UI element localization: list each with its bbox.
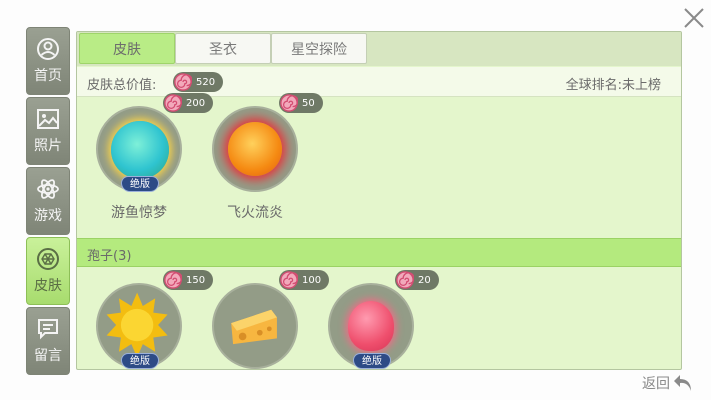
price-pill: 50 <box>279 93 323 113</box>
skin-item[interactable]: 200 绝版 游鱼惊梦 <box>77 93 214 229</box>
atom-icon <box>37 179 59 199</box>
skin-name: 游鱼惊梦 <box>111 205 167 221</box>
tab-bar: 皮肤 圣衣 星空探险 <box>77 32 681 66</box>
sidebar-item-messages[interactable]: 留言 <box>26 307 70 375</box>
sidebar-item-skins[interactable]: 皮肤 <box>26 237 70 305</box>
sidebar-item-label: 照片 <box>34 138 62 154</box>
price-value: 50 <box>302 97 315 109</box>
limited-badge: 绝版 <box>353 353 391 369</box>
skin-item[interactable]: 20 绝版 <box>309 270 439 369</box>
skin-disc <box>212 106 298 192</box>
sidebar-item-games[interactable]: 游戏 <box>26 167 70 235</box>
total-value-label: 皮肤总价值: <box>87 78 157 93</box>
total-value: 520 <box>196 76 216 88</box>
candy-coin-icon <box>280 94 298 112</box>
limited-badge: 绝版 <box>121 176 159 192</box>
skin-name: 飞火流炎 <box>227 205 283 221</box>
sidebar: 首页 照片 游戏 皮肤 留言 <box>26 27 70 377</box>
skin-orb <box>348 301 394 351</box>
candy-coin-icon <box>164 271 182 289</box>
sidebar-item-label: 首页 <box>34 68 62 84</box>
skin-orb <box>228 122 282 176</box>
skin-item[interactable]: 150 绝版 <box>77 270 214 369</box>
sidebar-item-label: 皮肤 <box>34 278 62 294</box>
back-label: 返回 <box>642 376 670 392</box>
candy-coin-icon <box>396 271 414 289</box>
candy-coin-icon <box>280 271 298 289</box>
gem-icon <box>37 248 59 270</box>
global-rank: 全球排名:未上榜 <box>565 78 661 93</box>
sidebar-item-label: 留言 <box>34 348 62 364</box>
sidebar-item-home[interactable]: 首页 <box>26 27 70 95</box>
skins-panel: 皮肤 圣衣 星空探险 皮肤总价值: 520 全球排名:未上榜 200 绝版 游鱼… <box>76 31 682 370</box>
sidebar-item-label: 游戏 <box>34 208 62 224</box>
skin-orb <box>111 121 169 179</box>
close-icon[interactable] <box>682 6 706 30</box>
user-icon <box>37 38 59 60</box>
price-pill: 20 <box>395 270 439 290</box>
tab-star-adventure[interactable]: 星空探险 <box>271 33 367 64</box>
limited-badge: 绝版 <box>121 353 159 369</box>
tab-saint-cloth[interactable]: 圣衣 <box>175 33 271 64</box>
cheese-skin-icon <box>231 309 277 345</box>
price-value: 20 <box>418 274 431 286</box>
skin-value-summary: 皮肤总价值: 520 全球排名:未上榜 <box>77 67 681 97</box>
candy-coin-icon <box>164 94 182 112</box>
image-icon <box>37 109 59 129</box>
skin-item[interactable]: 100 <box>193 270 330 369</box>
chat-icon <box>38 319 58 340</box>
tab-skins[interactable]: 皮肤 <box>79 33 175 64</box>
skin-disc <box>212 283 298 369</box>
skin-item[interactable]: 50 飞火流炎 <box>193 93 323 229</box>
return-arrow-icon <box>674 375 691 391</box>
sidebar-item-photos[interactable]: 照片 <box>26 97 70 165</box>
total-value-pill: 520 <box>173 72 224 92</box>
candy-coin-icon <box>174 73 192 91</box>
back-button[interactable]: 返回 <box>642 373 694 393</box>
section-header-spores: 孢子(3) <box>77 238 681 267</box>
